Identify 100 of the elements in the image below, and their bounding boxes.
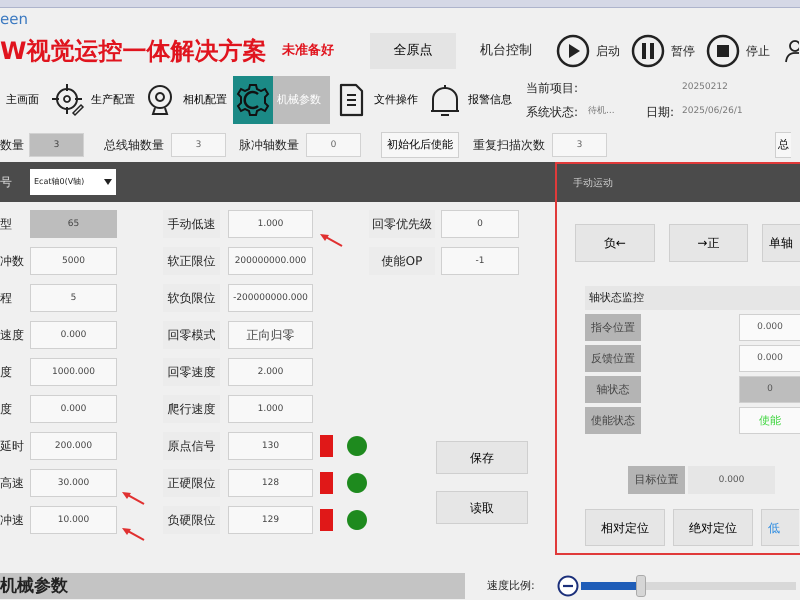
home-button[interactable]: 全原点: [370, 33, 456, 69]
jog-button[interactable]: 负←: [575, 224, 655, 262]
app-title: W视觉运控一体解决方案: [0, 36, 268, 67]
input-field[interactable]: -200000000.000: [228, 284, 313, 312]
annotation-arrow: [120, 526, 146, 542]
field-label: 度: [0, 364, 13, 381]
field-label: 软正限位: [163, 247, 220, 275]
annotation-arrow: [318, 232, 344, 248]
status-value: 0.000: [739, 314, 800, 341]
input-field[interactable]: 正向归零: [228, 321, 313, 349]
field-label: 使能OP: [369, 247, 435, 275]
field-label: 高速: [0, 475, 25, 492]
action-button[interactable]: 读取: [436, 491, 528, 524]
status-value: 0.000: [739, 345, 800, 372]
project-value: 20250212: [682, 81, 729, 94]
jog-button[interactable]: →正: [668, 224, 748, 262]
field-label: 手动低速: [163, 210, 220, 238]
settings-icon: [236, 83, 270, 117]
field-label: 重复扫描次数: [473, 137, 545, 154]
input-field[interactable]: 200.000: [30, 432, 117, 460]
field-label: 冲数: [0, 253, 25, 270]
axis-select[interactable]: Ecat轴0(V轴): [30, 169, 116, 195]
status-value: 使能: [739, 407, 800, 434]
field-label: 原点信号: [163, 432, 220, 460]
nav-tab[interactable]: 生产配置: [51, 76, 141, 124]
input-field[interactable]: 0.000: [30, 321, 117, 349]
machine-control-label: 机台控制: [480, 42, 533, 60]
field-label: 数量: [0, 137, 24, 154]
field-label: 当前项目:: [526, 80, 580, 97]
caret-icon: [104, 179, 112, 185]
play-icon[interactable]: [556, 34, 590, 68]
input-field[interactable]: 2.000: [228, 358, 313, 386]
group-title: 轴状态监控: [589, 290, 644, 306]
user-icon[interactable]: [785, 38, 799, 64]
input-field[interactable]: 0.000: [30, 395, 117, 423]
control-label[interactable]: 停止: [746, 42, 770, 60]
status-value: 0: [739, 376, 800, 403]
input-field[interactable]: 200000000.000: [228, 247, 313, 275]
input-field[interactable]: 10.000: [30, 506, 117, 534]
toolbar-button[interactable]: 总: [775, 132, 791, 158]
pause-icon[interactable]: [631, 34, 665, 68]
field-label: 日期:: [646, 104, 676, 121]
input-field[interactable]: 5: [30, 284, 117, 312]
field-label: 系统状态:: [526, 104, 580, 121]
stop-icon[interactable]: [706, 34, 740, 68]
field-label: 度: [0, 401, 13, 418]
field-label: 正硬限位: [163, 469, 220, 497]
field-label: 目标位置: [628, 466, 685, 494]
status-label: 反馈位置: [585, 345, 641, 372]
field-label: 回零速度: [163, 358, 220, 386]
status-label: 使能状态: [585, 407, 641, 434]
action-button[interactable]: 保存: [436, 441, 528, 474]
field-label: 速度比例:: [487, 578, 536, 594]
input-field[interactable]: 1.000: [228, 210, 313, 238]
init-button[interactable]: 初始化后使能: [381, 132, 459, 158]
input-field[interactable]: 0: [441, 210, 519, 238]
status-label: 轴状态: [585, 376, 641, 403]
field-label: 爬行速度: [163, 395, 220, 423]
nav-tab[interactable]: 相机配置: [143, 76, 233, 124]
input-field[interactable]: 130: [228, 432, 313, 460]
speed-slider[interactable]: [581, 574, 796, 598]
input-field[interactable]: -1: [441, 247, 519, 275]
status-label: 指令位置: [585, 314, 641, 341]
nav-tab[interactable]: 文件操作: [334, 76, 424, 124]
input-field[interactable]: 1.000: [228, 395, 313, 423]
field-label: 速度: [0, 327, 25, 344]
field-label: 脉冲轴数量: [239, 137, 299, 154]
panel-title: 手动运动: [573, 176, 613, 190]
field-label: 型: [0, 216, 13, 233]
control-label[interactable]: 暂停: [671, 42, 695, 60]
slider-thumb[interactable]: [636, 575, 646, 597]
input-field[interactable]: 3: [552, 133, 607, 157]
input-field: 3: [29, 133, 84, 157]
brand-text: een: [0, 8, 28, 30]
status-text: 未准备好: [282, 42, 335, 60]
input-field[interactable]: 0: [306, 133, 361, 157]
field-label: 冲速: [0, 512, 25, 529]
input-field[interactable]: 1000.000: [30, 358, 117, 386]
field-label: 延时: [0, 438, 25, 455]
field-label: 程: [0, 290, 13, 307]
input-field[interactable]: 5000: [30, 247, 117, 275]
nav-tab[interactable]: 报警信息: [428, 76, 518, 124]
jog-button[interactable]: 单轴: [762, 224, 800, 262]
axis-label: 号: [0, 174, 13, 191]
control-label[interactable]: 启动: [596, 42, 620, 60]
input-field[interactable]: 30.000: [30, 469, 117, 497]
input-field[interactable]: 0.000: [688, 466, 775, 494]
field-label: 回零优先级: [369, 210, 435, 238]
input-field[interactable]: 129: [228, 506, 313, 534]
minus-icon[interactable]: [557, 575, 579, 597]
field-label: 负硬限位: [163, 506, 220, 534]
nav-tab[interactable]: 主画面: [0, 76, 45, 124]
input-field: 65: [30, 210, 117, 238]
input-field[interactable]: 3: [171, 133, 226, 157]
move-button[interactable]: 相对定位: [585, 509, 665, 546]
move-button[interactable]: 绝对定位: [673, 509, 753, 546]
input-field[interactable]: 128: [228, 469, 313, 497]
field-label: 总线轴数量: [104, 137, 164, 154]
date-value: 2025/06/26/1: [682, 105, 744, 118]
field-label: 软负限位: [163, 284, 220, 312]
